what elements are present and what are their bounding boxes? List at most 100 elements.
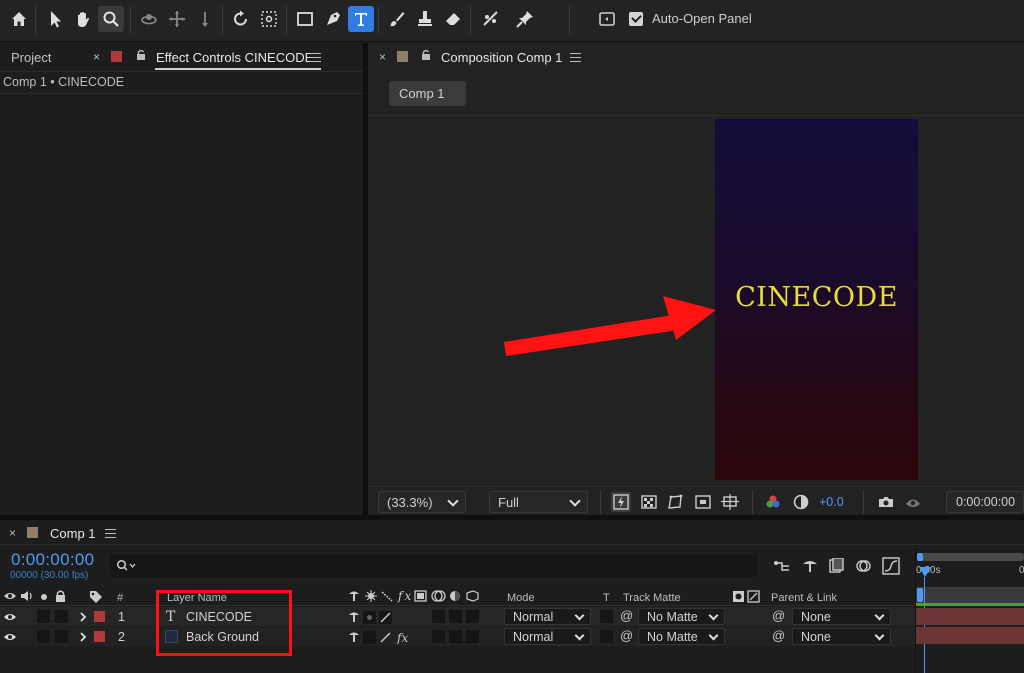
switch-box[interactable] xyxy=(449,610,462,623)
switch-box[interactable] xyxy=(466,630,479,643)
switch-box[interactable] xyxy=(432,630,445,643)
transparency-grid-icon[interactable] xyxy=(639,492,659,512)
mode-dropdown[interactable]: Normal xyxy=(504,628,591,645)
column-mode[interactable]: Mode xyxy=(507,592,535,604)
comp-navigator-button[interactable]: Comp 1 xyxy=(389,81,466,106)
layer-row-1[interactable]: 1 T CINECODE Normal @ No Matte @ None xyxy=(0,607,915,626)
puppet-pin-tool-icon[interactable] xyxy=(512,6,538,32)
layer-switches[interactable] xyxy=(347,610,395,624)
switch-box[interactable] xyxy=(432,610,445,623)
audio-icon[interactable] xyxy=(20,590,34,605)
video-visibility-icon[interactable] xyxy=(3,590,17,605)
solo-switch[interactable] xyxy=(37,630,50,643)
grid-guides-icon[interactable] xyxy=(720,492,740,512)
time-navigator-bar[interactable] xyxy=(920,553,1024,561)
show-snapshot-icon[interactable] xyxy=(903,492,923,512)
region-of-interest-icon[interactable] xyxy=(693,492,713,512)
chevron-right-icon[interactable] xyxy=(78,631,88,643)
track-matte-dropdown[interactable]: No Matte xyxy=(638,608,725,625)
selection-tool-icon[interactable] xyxy=(42,6,68,32)
solo-switch[interactable] xyxy=(37,610,50,623)
zoom-tool-icon[interactable] xyxy=(98,6,124,32)
anchor-point-tool-icon[interactable] xyxy=(256,6,282,32)
lock-icon[interactable] xyxy=(420,49,432,61)
parent-dropdown[interactable]: None xyxy=(792,628,891,645)
panel-menu-icon[interactable] xyxy=(570,53,581,62)
auto-open-panel-checkbox[interactable] xyxy=(629,12,643,26)
motion-blur-icon[interactable] xyxy=(855,558,873,577)
label-color-swatch[interactable] xyxy=(94,631,105,642)
switch-box[interactable] xyxy=(449,630,462,643)
eraser-tool-icon[interactable] xyxy=(440,6,466,32)
parent-pick-whip-icon[interactable]: @ xyxy=(772,628,785,643)
clone-stamp-tool-icon[interactable] xyxy=(412,6,438,32)
home-icon[interactable] xyxy=(6,6,32,32)
preserve-transparency-switch[interactable] xyxy=(600,610,613,623)
current-time-display[interactable]: 0:00:00:00 xyxy=(11,550,94,570)
work-area-start-handle[interactable] xyxy=(917,588,923,602)
mask-visibility-icon[interactable] xyxy=(665,492,685,512)
graph-editor-icon[interactable] xyxy=(882,557,900,578)
panel-toggle-icon[interactable] xyxy=(594,6,620,32)
magnification-dropdown[interactable]: (33.3%) xyxy=(378,491,466,513)
tab-composition[interactable]: Composition Comp 1 xyxy=(441,50,562,65)
frame-blending-icon[interactable] xyxy=(827,557,845,577)
work-area-bar[interactable] xyxy=(916,587,1024,603)
dolly-camera-icon[interactable] xyxy=(192,6,218,32)
layer-row-2[interactable]: 2 Back Ground fx Normal @ No Matte @ Non… xyxy=(0,627,915,646)
switch-box[interactable] xyxy=(466,610,479,623)
lock-switch[interactable] xyxy=(55,630,68,643)
close-icon[interactable]: × xyxy=(9,526,16,540)
lock-switch[interactable] xyxy=(55,610,68,623)
lock-icon[interactable] xyxy=(135,49,147,61)
resolution-dropdown[interactable]: Full xyxy=(489,491,588,513)
playhead[interactable] xyxy=(919,567,931,577)
layer-2-duration-bar[interactable] xyxy=(916,627,1024,644)
column-parent-link[interactable]: Parent & Link xyxy=(771,592,837,604)
rotation-tool-icon[interactable] xyxy=(228,6,254,32)
canvas-text-layer[interactable]: CINECODE xyxy=(715,282,918,313)
label-tag-icon[interactable] xyxy=(89,590,103,606)
eye-icon[interactable] xyxy=(3,611,17,623)
orbit-camera-icon[interactable] xyxy=(136,6,162,32)
solo-icon[interactable] xyxy=(41,594,47,600)
preserve-transparency-switch[interactable] xyxy=(600,630,613,643)
exposure-reset-icon[interactable] xyxy=(791,492,811,512)
eye-icon[interactable] xyxy=(3,631,17,643)
panel-menu-icon[interactable] xyxy=(310,53,321,62)
pan-camera-icon[interactable] xyxy=(164,6,190,32)
hand-tool-icon[interactable] xyxy=(70,6,96,32)
lock-icon[interactable] xyxy=(55,590,66,605)
brush-tool-icon[interactable] xyxy=(384,6,410,32)
tab-project[interactable]: Project xyxy=(11,50,51,65)
tab-timeline-comp[interactable]: Comp 1 xyxy=(50,526,96,541)
layer-1-duration-bar[interactable] xyxy=(916,608,1024,625)
layer-switches[interactable]: fx xyxy=(347,630,417,644)
type-tool-icon[interactable] xyxy=(348,6,374,32)
layer-search-input[interactable] xyxy=(110,555,758,577)
rectangle-tool-icon[interactable] xyxy=(292,6,318,32)
roto-brush-tool-icon[interactable] xyxy=(478,6,504,32)
panel-menu-icon[interactable] xyxy=(105,529,116,538)
exposure-value[interactable]: +0.0 xyxy=(819,495,844,509)
pen-tool-icon[interactable] xyxy=(320,6,346,32)
parent-pick-whip-icon[interactable]: @ xyxy=(772,608,785,623)
shy-layers-icon[interactable] xyxy=(801,558,819,577)
pick-whip-icon[interactable]: @ xyxy=(620,628,633,643)
fast-previews-icon[interactable] xyxy=(611,492,631,512)
pick-whip-icon[interactable]: @ xyxy=(620,608,633,623)
tab-effect-controls[interactable]: Effect Controls CINECODE xyxy=(156,50,313,65)
time-navigator-start-handle[interactable] xyxy=(917,553,923,561)
composition-flowchart-icon[interactable] xyxy=(773,558,791,577)
close-icon[interactable]: × xyxy=(93,50,100,64)
color-channels-icon[interactable] xyxy=(763,492,783,512)
snapshot-camera-icon[interactable] xyxy=(876,492,896,512)
label-color-swatch[interactable] xyxy=(94,611,105,622)
track-matte-dropdown[interactable]: No Matte xyxy=(638,628,725,645)
chevron-right-icon[interactable] xyxy=(78,611,88,623)
mode-dropdown[interactable]: Normal xyxy=(504,608,591,625)
column-track-matte[interactable]: Track Matte xyxy=(623,592,681,604)
parent-dropdown[interactable]: None xyxy=(792,608,891,625)
close-icon[interactable]: × xyxy=(379,50,386,64)
viewer-timecode-field[interactable]: 0:00:00:00 xyxy=(946,491,1024,513)
